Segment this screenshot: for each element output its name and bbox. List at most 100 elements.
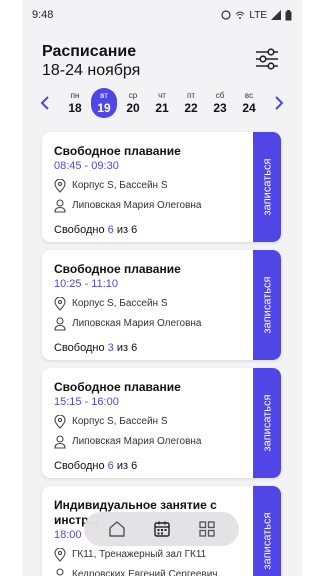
day-sat[interactable]: сб 23 (207, 88, 233, 118)
calendar-icon (153, 521, 170, 537)
signup-button[interactable]: записаться (253, 368, 281, 478)
session-list: Свободное плавание 08:45 - 09:30 Корпус … (42, 132, 282, 576)
session-location: Корпус S, Бассейн S (72, 416, 168, 427)
week-selector: пн 18 вт 19 ср 20 чт 21 пт 22 сб 23 вс 2… (38, 88, 286, 118)
status-bar: 9:48 LTE (22, 0, 302, 30)
status-icons: LTE (221, 9, 292, 21)
day-date: 24 (242, 101, 256, 115)
signal-icon (271, 10, 281, 20)
person-icon (54, 317, 66, 331)
day-thu[interactable]: чт 21 (149, 88, 175, 118)
bottom-nav (84, 512, 239, 546)
session-trainer: Кедровских Евгений Сергеевич (72, 569, 218, 576)
session-time: 15:15 - 16:00 (54, 396, 119, 408)
day-mon[interactable]: пн 18 (62, 88, 88, 118)
session-trainer: Липовская Мария Олеговна (72, 200, 202, 211)
signup-label: записаться (261, 512, 273, 570)
day-date: 18 (68, 101, 82, 115)
session-location-row: Корпус S, Бассейн S (54, 297, 249, 311)
location-pin-icon (54, 548, 66, 562)
availability-label: Свободно (54, 460, 105, 472)
availability-total: из 6 (116, 342, 138, 354)
signup-button[interactable]: записаться (253, 132, 281, 242)
session-card: Свободное плавание 10:25 - 11:10 Корпус … (42, 250, 281, 360)
grid-icon (198, 521, 215, 537)
location-pin-icon (54, 415, 66, 429)
day-weekday: вт (100, 91, 108, 100)
day-date: 23 (213, 101, 227, 115)
network-type: LTE (249, 9, 267, 21)
screen: 9:48 LTE Расписание 18-24 ноября пн 18 в… (0, 0, 324, 576)
day-weekday: пт (187, 91, 195, 100)
session-availability: Свободно 3 из 6 (54, 341, 249, 355)
day-wed[interactable]: ср 20 (120, 88, 146, 118)
signup-button[interactable]: записаться (253, 486, 281, 576)
session-location: Корпус S, Бассейн S (72, 298, 168, 309)
session-time: 10:25 - 11:10 (54, 278, 119, 290)
battery-icon (285, 9, 292, 20)
session-card: Свободное плавание 15:15 - 16:00 Корпус … (42, 368, 281, 478)
location-pin-icon (54, 179, 66, 193)
home-icon (108, 521, 125, 537)
session-trainer-row: Липовская Мария Олеговна (54, 317, 249, 331)
page-title: Расписание (42, 43, 137, 60)
day-weekday: ср (128, 91, 138, 100)
filter-button[interactable] (255, 48, 279, 70)
session-card-body: Свободное плавание 15:15 - 16:00 Корпус … (54, 380, 249, 473)
app: 9:48 LTE Расписание 18-24 ноября пн 18 в… (22, 0, 302, 576)
filter-sliders-icon (256, 48, 278, 70)
nav-home[interactable] (102, 514, 132, 544)
session-location-row: Корпус S, Бассейн S (54, 179, 249, 193)
availability-free: 6 (107, 460, 114, 472)
session-trainer-row: Липовская Мария Олеговна (54, 435, 249, 449)
date-range: 18-24 ноября (42, 62, 141, 79)
session-title: Свободное плавание (54, 144, 181, 158)
session-trainer-row: Кедровских Евгений Сергеевич (54, 568, 249, 576)
day-date: 22 (184, 101, 198, 115)
availability-total: из 6 (116, 460, 138, 472)
day-weekday: пн (70, 91, 80, 100)
day-tue-selected[interactable]: вт 19 (91, 88, 117, 118)
location-pin-icon (54, 297, 66, 311)
session-title: Свободное плавание (54, 262, 181, 276)
session-location: ГК11, Тренажерный зал ГК11 (72, 549, 207, 560)
wifi-icon (236, 11, 245, 19)
session-title: Свободное плавание (54, 380, 181, 394)
person-icon (56, 568, 64, 576)
signup-label: записаться (261, 158, 273, 216)
availability-label: Свободно (54, 342, 105, 354)
day-fri[interactable]: пт 22 (178, 88, 204, 118)
signup-label: записаться (261, 394, 273, 452)
nav-catalog[interactable] (192, 514, 222, 544)
alarm-icon (221, 10, 231, 20)
next-week-button[interactable] (272, 88, 286, 118)
day-list: пн 18 вт 19 ср 20 чт 21 пт 22 сб 23 вс 2… (62, 88, 262, 118)
signup-label: записаться (261, 276, 273, 334)
day-date: 20 (126, 101, 140, 115)
person-icon (54, 435, 66, 449)
day-weekday: вс (244, 91, 254, 100)
prev-week-button[interactable] (38, 88, 52, 118)
session-location-row: ГК11, Тренажерный зал ГК11 (54, 548, 249, 562)
session-availability: Свободно 6 из 6 (54, 223, 249, 237)
day-sun[interactable]: вс 24 (236, 88, 262, 118)
session-availability: Свободно 6 из 6 (54, 459, 249, 473)
session-trainer: Липовская Мария Олеговна (72, 436, 202, 447)
day-date: 21 (155, 101, 169, 115)
day-weekday: сб (215, 91, 225, 100)
session-card-body: Свободное плавание 08:45 - 09:30 Корпус … (54, 144, 249, 237)
day-date: 19 (97, 101, 111, 115)
nav-calendar[interactable] (147, 514, 177, 544)
page-header: Расписание 18-24 ноября (42, 42, 140, 80)
availability-total: из 6 (116, 224, 138, 236)
availability-free: 6 (107, 224, 114, 236)
chevron-left-icon (40, 96, 49, 110)
signup-button[interactable]: записаться (253, 250, 281, 360)
status-time: 9:48 (32, 9, 54, 21)
session-trainer-row: Липовская Мария Олеговна (54, 199, 249, 213)
session-location-row: Корпус S, Бассейн S (54, 415, 249, 429)
availability-label: Свободно (54, 224, 105, 236)
session-card-body: Свободное плавание 10:25 - 11:10 Корпус … (54, 262, 249, 355)
session-location: Корпус S, Бассейн S (72, 180, 168, 191)
person-icon (54, 199, 66, 213)
